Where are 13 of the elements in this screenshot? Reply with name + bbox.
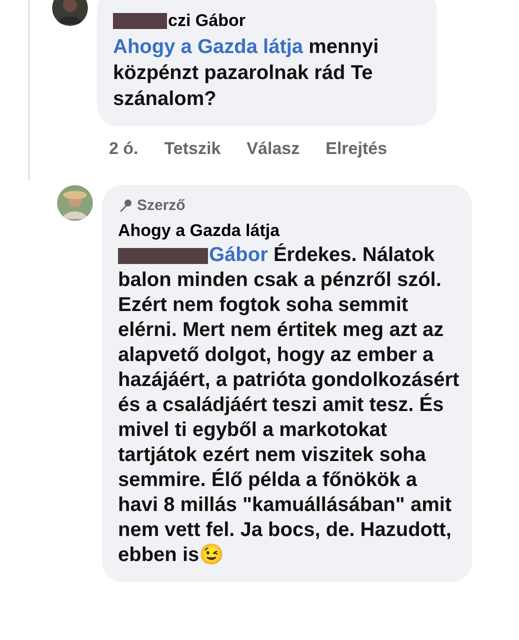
action-link[interactable]: Válasz (246, 136, 300, 161)
comment-text: Gábor Érdekes. Nálatok balon minden csak a pénzről szól. Ezért nem fogtok soha semmit elérni. Mert nem értitek meg azt az alapvető dolgot, hogy az ember a hazájáért, a patrióta gondolkozásért és a családjáért teszi amit tesz. És mivel ti egyből a markotokat tartjátok ezért nem viszitek soha semmire. Élő példa a főnökök a havi 8 millás "kamuállásában" amit nem vett fel. Ja bocs, de. Hazudott, ebben is😉 (118, 243, 460, 568)
action-link[interactable]: Elrejtés (326, 136, 388, 161)
comment-text: Ahogy a Gazda látja mennyi közpénzt pazarolnak rád Te szánalom? (113, 34, 380, 112)
microphone-icon (118, 199, 132, 214)
author-name[interactable]: czi Gábor (168, 8, 246, 34)
mention-link[interactable]: Ahogy a Gazda látja (113, 36, 304, 58)
mention-link[interactable]: Gábor (209, 244, 268, 266)
timestamp: 2 ó. (109, 138, 138, 160)
author-name[interactable]: Ahogy a Gazda látja (118, 218, 462, 243)
author-label: Szerző (137, 196, 186, 216)
action-link[interactable]: Tetszik (164, 136, 221, 161)
avatar[interactable] (52, 0, 88, 26)
